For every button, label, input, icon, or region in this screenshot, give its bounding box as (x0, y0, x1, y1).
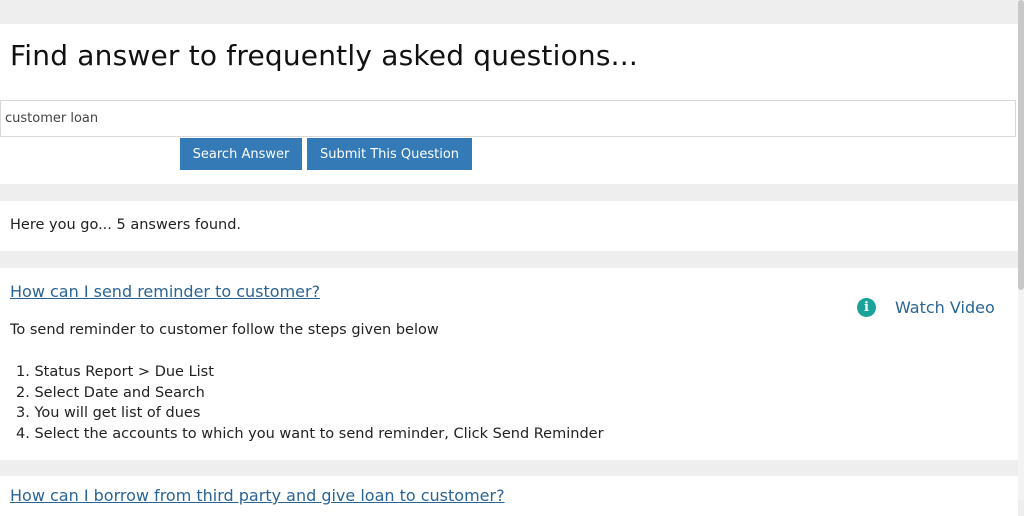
watch-video-label: Watch Video (895, 298, 995, 317)
question-link[interactable]: How can I borrow from third party and gi… (10, 486, 505, 505)
answer-intro: To send reminder to customer follow the … (10, 322, 439, 338)
submit-question-button[interactable]: Submit This Question (307, 138, 472, 170)
question-link[interactable]: How can I send reminder to customer? (10, 282, 320, 301)
results-summary: Here you go... 5 answers found. (10, 217, 242, 233)
step-item: 1. Status Report > Due List (16, 364, 214, 380)
answer-steps: 1. Status Report > Due List 2. Select Da… (16, 362, 604, 444)
search-input[interactable] (0, 100, 1016, 137)
watch-video-link[interactable]: i Watch Video (857, 298, 995, 317)
page-title: Find answer to frequently asked question… (10, 39, 638, 72)
step-item: 3. You will get list of dues (16, 405, 201, 422)
info-icon: i (857, 298, 876, 317)
scrollbar-thumb[interactable] (1018, 0, 1024, 290)
search-answer-button[interactable]: Search Answer (180, 138, 302, 170)
step-item: 2. Select Date and Search (16, 384, 205, 401)
step-item: 4. Select the accounts to which you want… (16, 425, 604, 442)
